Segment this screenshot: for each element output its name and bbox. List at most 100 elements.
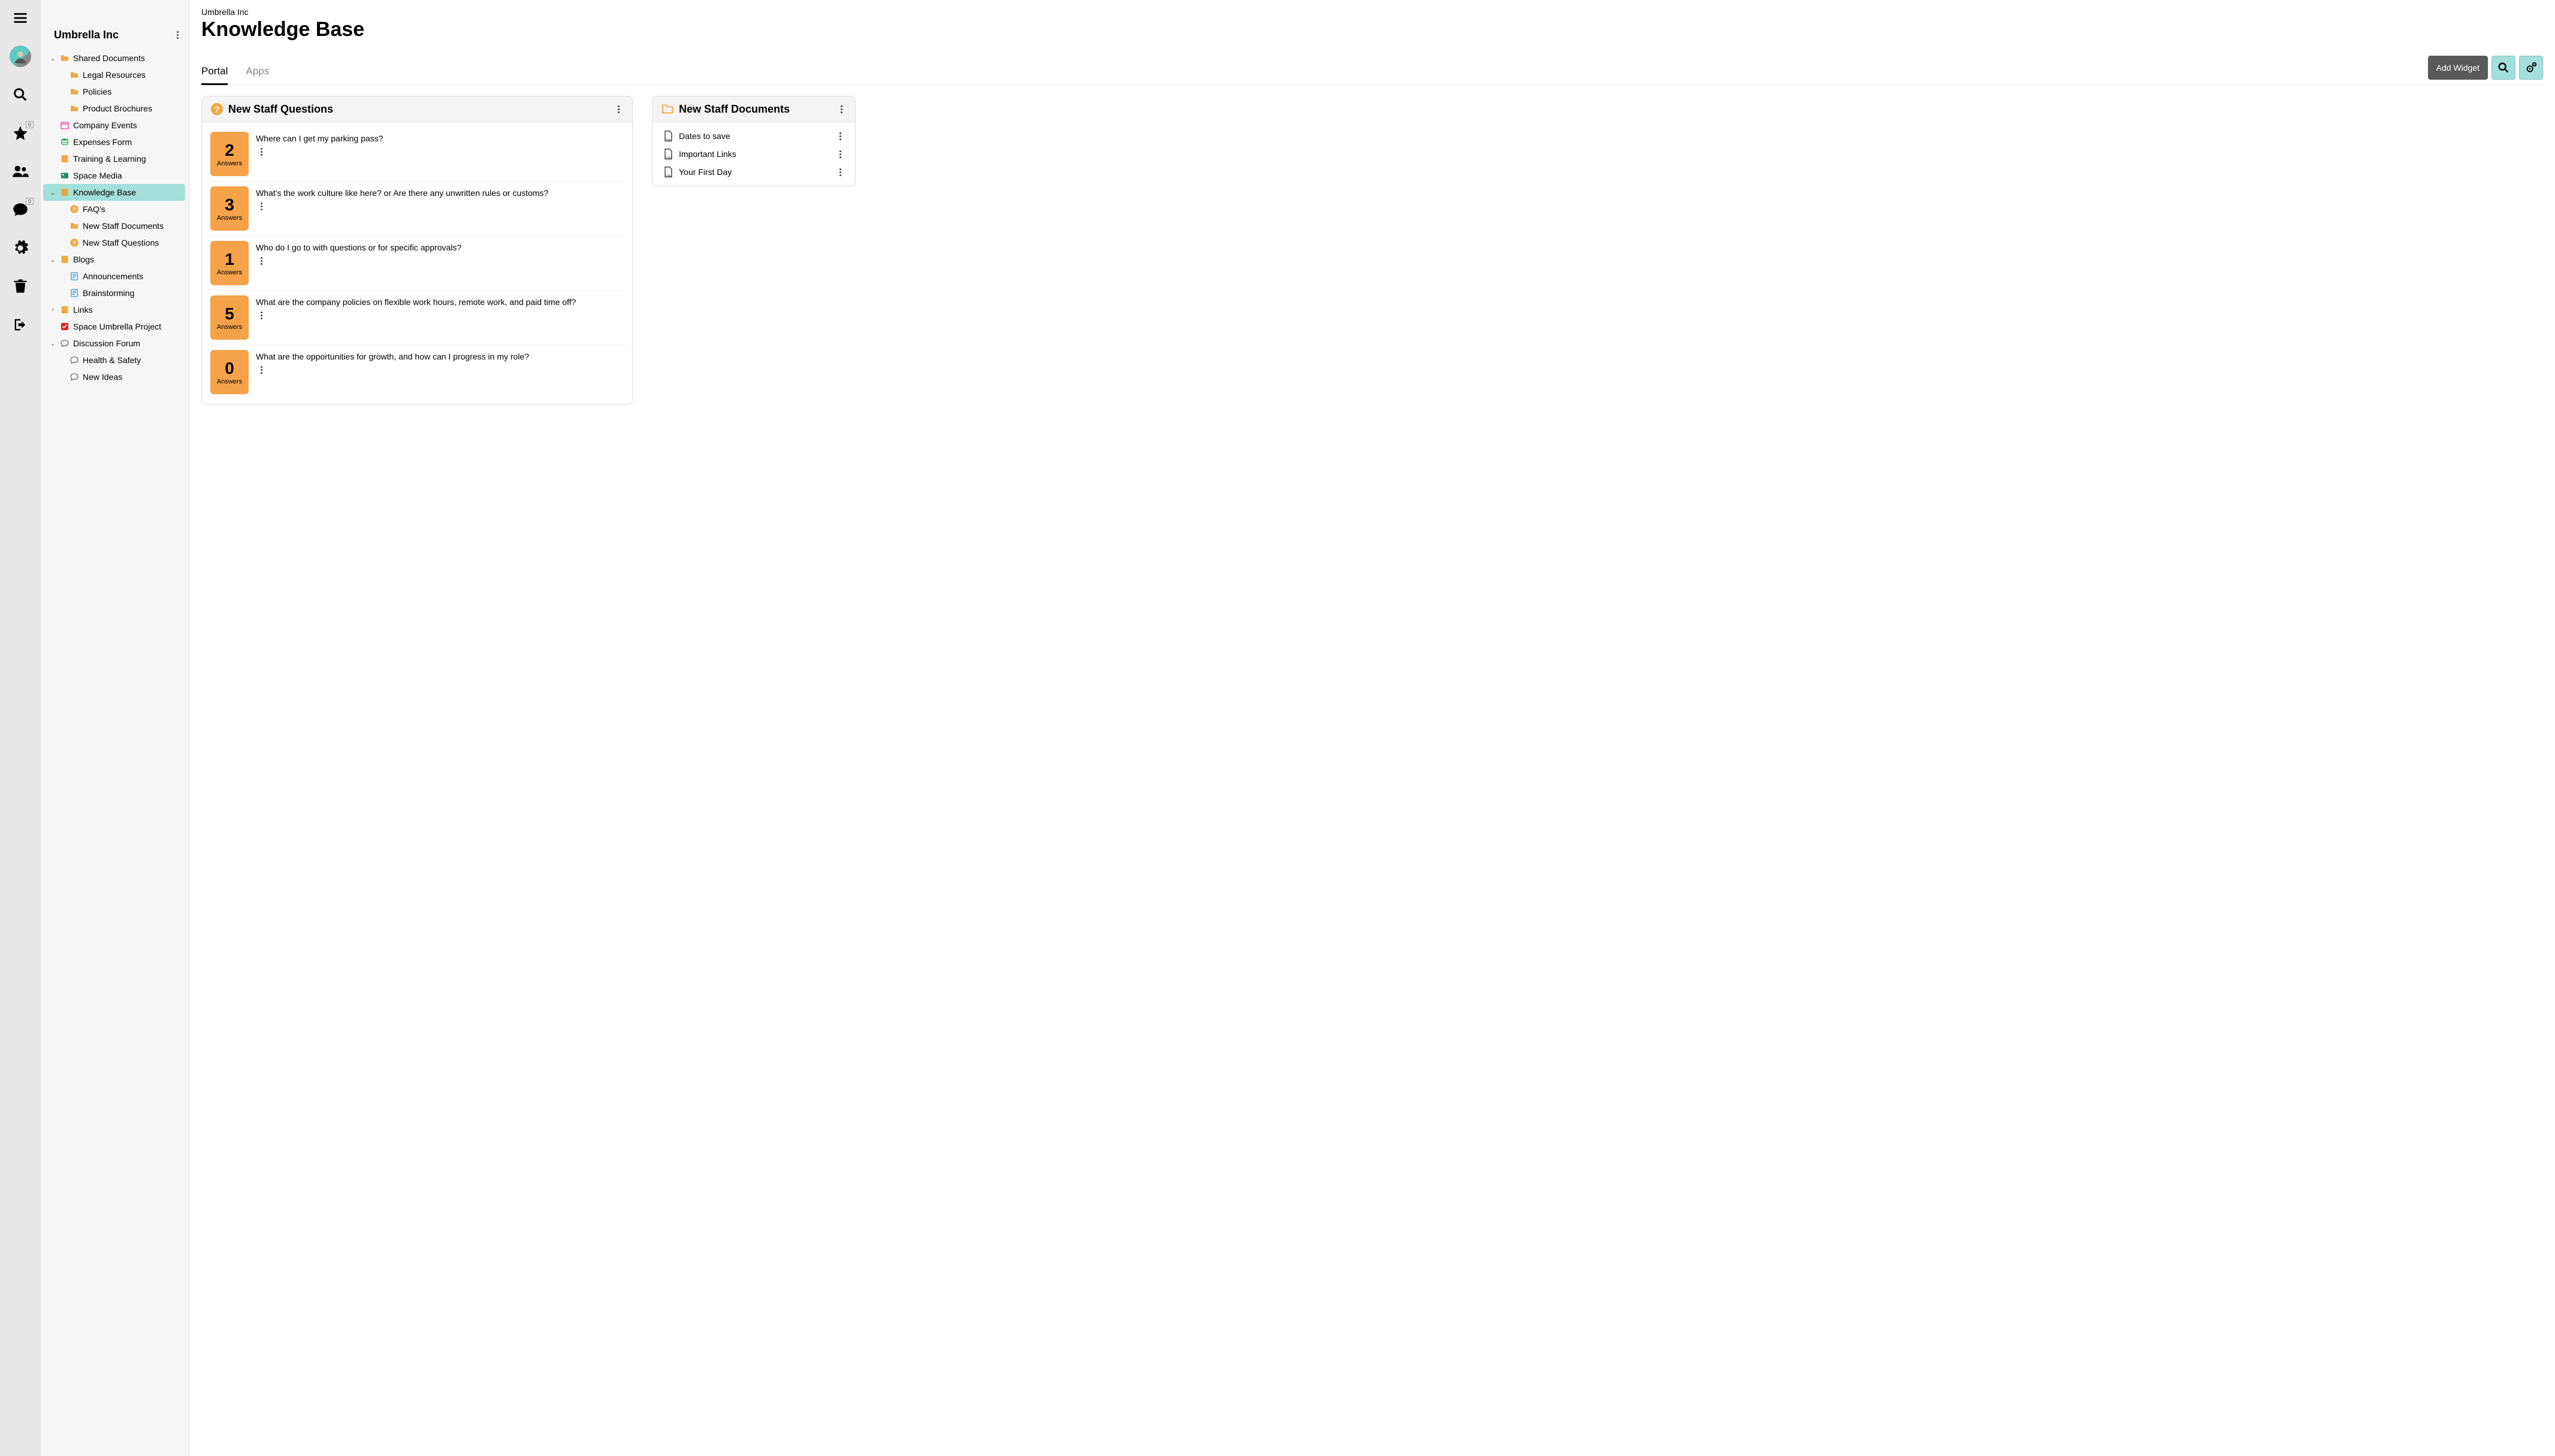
html-file-icon: HTML xyxy=(662,166,674,178)
answer-label: Answers xyxy=(217,160,242,167)
answer-count-box: 1Answers xyxy=(210,241,249,285)
chevron-down-icon: ⌄ xyxy=(49,340,56,348)
tab-portal[interactable]: Portal xyxy=(201,62,228,85)
tree-policies[interactable]: ·Policies xyxy=(43,83,185,100)
tabs: Portal Apps xyxy=(201,62,269,84)
answer-count-box: 5Answers xyxy=(210,295,249,340)
tree-expenses[interactable]: ·Expenses Form xyxy=(43,134,185,150)
answer-count-box: 2Answers xyxy=(210,132,249,176)
document-name: Dates to save xyxy=(679,131,830,141)
row-menu-icon[interactable] xyxy=(256,257,267,265)
question-row[interactable]: 1Answers Who do I go to with questions or… xyxy=(208,236,626,291)
tab-apps[interactable]: Apps xyxy=(246,62,269,84)
folder-icon xyxy=(70,87,79,96)
svg-text:?: ? xyxy=(215,105,220,115)
answer-label: Answers xyxy=(217,324,242,331)
question-row[interactable]: 3Answers What's the work culture like her… xyxy=(208,182,626,236)
tree-faqs[interactable]: ·?FAQ's xyxy=(43,201,185,218)
answer-count: 5 xyxy=(225,304,234,324)
tree-shared-documents[interactable]: ⌄Shared Documents xyxy=(43,50,185,67)
tree-brainstorm[interactable]: ·Brainstorming xyxy=(43,285,185,301)
card-menu-icon[interactable] xyxy=(613,105,624,113)
tree-ideas[interactable]: ·New Ideas xyxy=(43,368,185,385)
row-menu-icon[interactable] xyxy=(256,366,267,374)
tree-events[interactable]: ·Company Events xyxy=(43,117,185,134)
chat-bubble-icon xyxy=(60,339,70,348)
svg-text:HTML: HTML xyxy=(665,156,672,159)
html-file-icon: HTML xyxy=(662,148,674,160)
document-row[interactable]: HTMLYour First Day xyxy=(659,163,849,181)
calendar-icon xyxy=(60,120,70,130)
page-icon xyxy=(60,154,70,164)
trash-icon[interactable] xyxy=(10,276,31,297)
documents-card-title: New Staff Documents xyxy=(679,103,790,116)
question-row[interactable]: 2AnswersWhere can I get my parking pass? xyxy=(208,127,626,182)
tree-forum[interactable]: ⌄Discussion Forum xyxy=(43,335,185,352)
answer-label: Answers xyxy=(217,378,242,385)
answer-label: Answers xyxy=(217,269,242,276)
folder-icon xyxy=(70,70,79,80)
tree-umbrella-project[interactable]: ·Space Umbrella Project xyxy=(43,318,185,335)
tree-training[interactable]: ·Training & Learning xyxy=(43,150,185,167)
sidebar: Umbrella Inc ⌄Shared Documents ·Legal Re… xyxy=(41,0,189,1456)
row-menu-icon[interactable] xyxy=(256,148,267,156)
row-menu-icon[interactable] xyxy=(835,132,845,140)
tree-health[interactable]: ·Health & Safety xyxy=(43,352,185,368)
chat-bubble-icon xyxy=(70,355,79,365)
questions-card: ? New Staff Questions 2AnswersWhere can … xyxy=(201,96,633,404)
document-row[interactable]: HTMLImportant Links xyxy=(659,145,849,163)
tree-new-staff-questions[interactable]: ·?New Staff Questions xyxy=(43,234,185,251)
chat-icon[interactable]: 0 xyxy=(10,199,31,220)
question-text: What's the work culture like here? or Ar… xyxy=(256,188,624,199)
chevron-down-icon: ⌄ xyxy=(49,189,56,197)
svg-text:HTML: HTML xyxy=(665,174,672,177)
search-button[interactable] xyxy=(2491,56,2515,80)
tree-brochures[interactable]: ·Product Brochures xyxy=(43,100,185,117)
tree-knowledge-base[interactable]: ⌄Knowledge Base xyxy=(43,184,185,201)
sidebar-title: Umbrella Inc xyxy=(54,29,119,41)
card-menu-icon[interactable] xyxy=(836,105,847,113)
people-icon[interactable] xyxy=(10,161,31,182)
hamburger-icon[interactable] xyxy=(10,7,31,29)
star-badge: 0 xyxy=(26,121,34,128)
database-icon xyxy=(60,137,70,147)
tree-legal[interactable]: ·Legal Resources xyxy=(43,67,185,83)
tree-links[interactable]: ›Links xyxy=(43,301,185,318)
question-text: Who do I go to with questions or for spe… xyxy=(256,242,624,253)
answer-count: 2 xyxy=(225,141,234,160)
add-widget-button[interactable]: Add Widget xyxy=(2428,56,2488,80)
question-row[interactable]: 5Answers What are the company policies on… xyxy=(208,291,626,345)
question-row[interactable]: 0AnswersWhat are the opportunities for g… xyxy=(208,345,626,399)
navigation-tree: ⌄Shared Documents ·Legal Resources ·Poli… xyxy=(41,50,189,385)
page-title: Knowledge Base xyxy=(201,18,2543,41)
page-icon xyxy=(60,255,70,264)
tree-announce[interactable]: ·Announcements xyxy=(43,268,185,285)
search-icon[interactable] xyxy=(10,84,31,105)
row-menu-icon[interactable] xyxy=(256,312,267,319)
svg-text:HTML: HTML xyxy=(665,138,672,141)
question-icon: ? xyxy=(210,102,224,116)
chat-badge: 0 xyxy=(26,198,34,205)
row-menu-icon[interactable] xyxy=(835,168,845,176)
chevron-right-icon: › xyxy=(49,306,56,313)
tree-new-staff-docs[interactable]: ·New Staff Documents xyxy=(43,218,185,234)
question-icon: ? xyxy=(70,204,79,214)
avatar[interactable] xyxy=(10,46,31,67)
question-text: What are the company policies on flexibl… xyxy=(256,297,624,308)
row-menu-icon[interactable] xyxy=(835,150,845,158)
star-icon[interactable]: 0 xyxy=(10,122,31,144)
tree-media[interactable]: ·Space Media xyxy=(43,167,185,184)
gear-icon[interactable] xyxy=(10,237,31,259)
answer-count: 3 xyxy=(225,195,234,215)
breadcrumb[interactable]: Umbrella Inc xyxy=(201,7,2543,17)
documents-card: New Staff Documents HTMLDates to saveHTM… xyxy=(652,96,856,186)
row-menu-icon[interactable] xyxy=(256,203,267,210)
settings-button[interactable] xyxy=(2519,56,2543,80)
tree-blogs[interactable]: ⌄Blogs xyxy=(43,251,185,268)
logout-icon[interactable] xyxy=(10,314,31,336)
folder-icon xyxy=(661,102,674,116)
svg-text:?: ? xyxy=(73,240,76,246)
document-row[interactable]: HTML Dates to save xyxy=(659,127,849,145)
answer-label: Answers xyxy=(217,215,242,222)
sidebar-menu-icon[interactable] xyxy=(172,31,183,39)
